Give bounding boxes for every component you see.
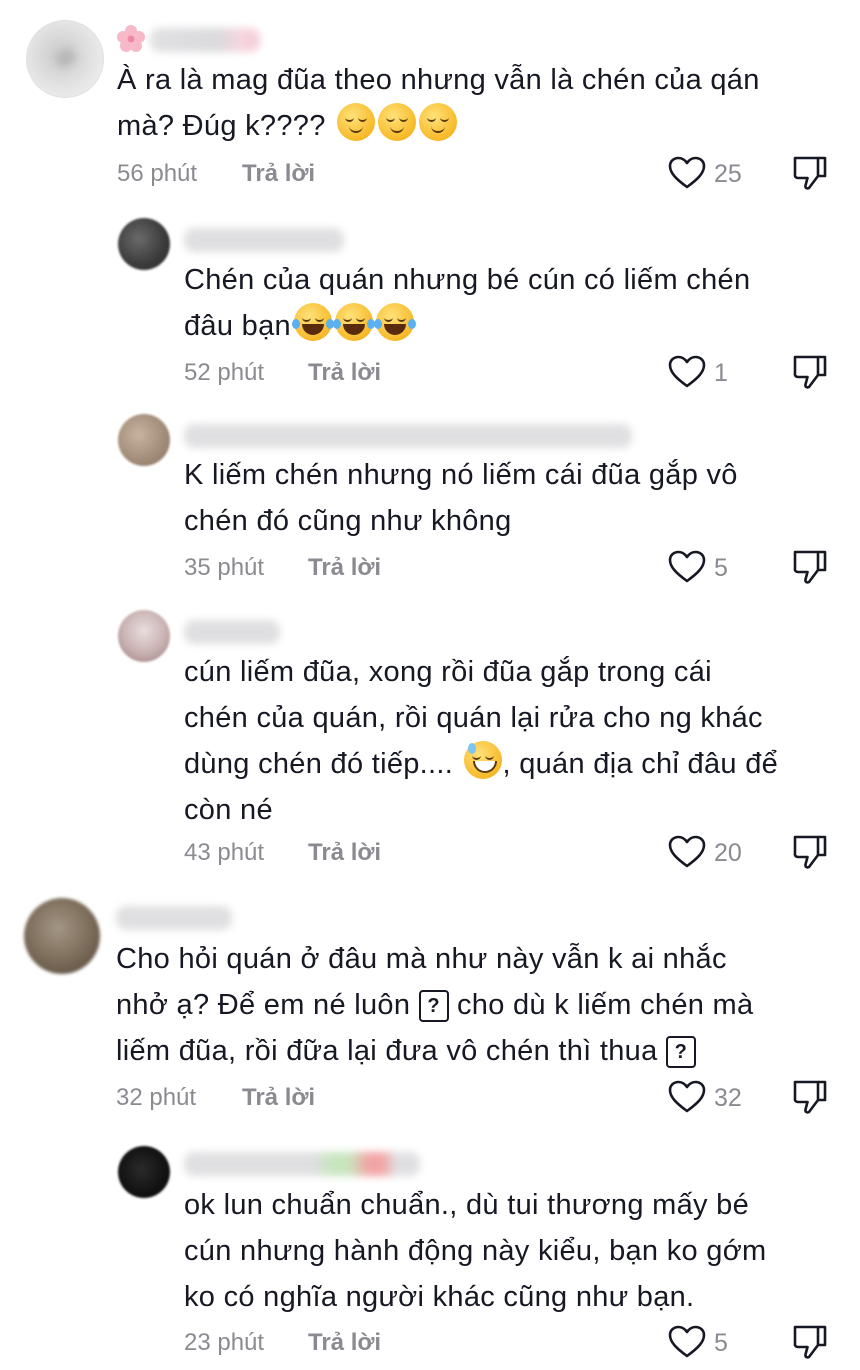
comment-time: 52 phút xyxy=(184,359,265,386)
laughing-tears-emoji-icon xyxy=(373,303,416,341)
reply-button[interactable]: Trả lời xyxy=(308,1329,381,1357)
avatar[interactable] xyxy=(118,414,170,466)
heart-outline-icon[interactable] xyxy=(668,1325,706,1359)
heart-outline-icon[interactable] xyxy=(668,1080,706,1114)
username-blurred[interactable] xyxy=(150,28,260,52)
like-count: 20 xyxy=(714,839,742,867)
username-blurred[interactable] xyxy=(184,228,344,252)
thumbs-down-outline-icon[interactable] xyxy=(792,1078,828,1116)
laughing-tears-emoji-icon xyxy=(291,303,334,341)
unknown-glyph-icon: ? xyxy=(665,1036,696,1068)
reply-button[interactable]: Trả lời xyxy=(242,160,315,188)
thumbs-down-outline-icon[interactable] xyxy=(792,548,828,586)
reply-button[interactable]: Trả lời xyxy=(308,359,381,387)
laughing-tears-emoji-icon xyxy=(332,303,375,341)
heart-outline-icon[interactable] xyxy=(668,550,706,584)
avatar[interactable] xyxy=(24,898,100,974)
reply-button[interactable]: Trả lời xyxy=(242,1084,315,1112)
like-count: 1 xyxy=(714,359,728,387)
heart-outline-icon[interactable] xyxy=(668,156,706,190)
comment-time: 23 phút xyxy=(184,1329,265,1356)
flower-emoji-icon xyxy=(117,25,145,52)
like-count: 5 xyxy=(714,1329,728,1357)
thumbs-down-outline-icon[interactable] xyxy=(792,833,828,871)
relieved-face-emoji-icon xyxy=(378,103,417,141)
comment-time: 32 phút xyxy=(116,1084,197,1111)
heart-outline-icon[interactable] xyxy=(668,835,706,869)
relieved-face-emoji-icon xyxy=(337,103,376,141)
avatar[interactable] xyxy=(118,1146,170,1198)
avatar[interactable] xyxy=(118,610,170,662)
unknown-glyph-icon: ? xyxy=(418,990,449,1022)
username-blurred[interactable] xyxy=(184,620,280,644)
like-count: 32 xyxy=(714,1084,742,1112)
thumbs-down-outline-icon[interactable] xyxy=(792,353,828,391)
comment-text: cún liếm đũa, xong rồi đũa gắp trong cái… xyxy=(184,656,779,826)
comment-time: 43 phút xyxy=(184,839,265,866)
comment-text: K liếm chén nhưng nó liếm cái đũa gắp vô… xyxy=(184,459,738,537)
comment-text: À ra là mag đũa theo nhưng vẫn là chén c… xyxy=(117,64,760,142)
username-blurred[interactable] xyxy=(184,424,632,448)
reply-button[interactable]: Trả lời xyxy=(308,839,381,867)
comment-text: Cho hỏi quán ở đâu mà như này vẫn k ai n… xyxy=(116,943,754,1068)
like-count: 5 xyxy=(714,554,728,582)
like-count: 25 xyxy=(714,160,742,188)
comment-text: Chén của quán nhưng bé cún có liếm chén … xyxy=(184,264,751,342)
avatar[interactable] xyxy=(26,20,104,98)
comment-text: ok lun chuẩn chuẩn., dù tui thương mấy b… xyxy=(184,1189,767,1313)
thumbs-down-outline-icon[interactable] xyxy=(792,154,828,192)
heart-outline-icon[interactable] xyxy=(668,355,706,389)
comment-time: 35 phút xyxy=(184,554,265,581)
comment-time: 56 phút xyxy=(117,160,198,187)
reply-button[interactable]: Trả lời xyxy=(308,554,381,582)
relieved-face-emoji-icon xyxy=(419,103,458,141)
thumbs-down-outline-icon[interactable] xyxy=(792,1323,828,1361)
avatar[interactable] xyxy=(118,218,170,270)
username-blurred[interactable] xyxy=(184,1152,420,1176)
username-blurred[interactable] xyxy=(116,906,232,930)
grinning-sweat-emoji-icon xyxy=(464,741,503,779)
